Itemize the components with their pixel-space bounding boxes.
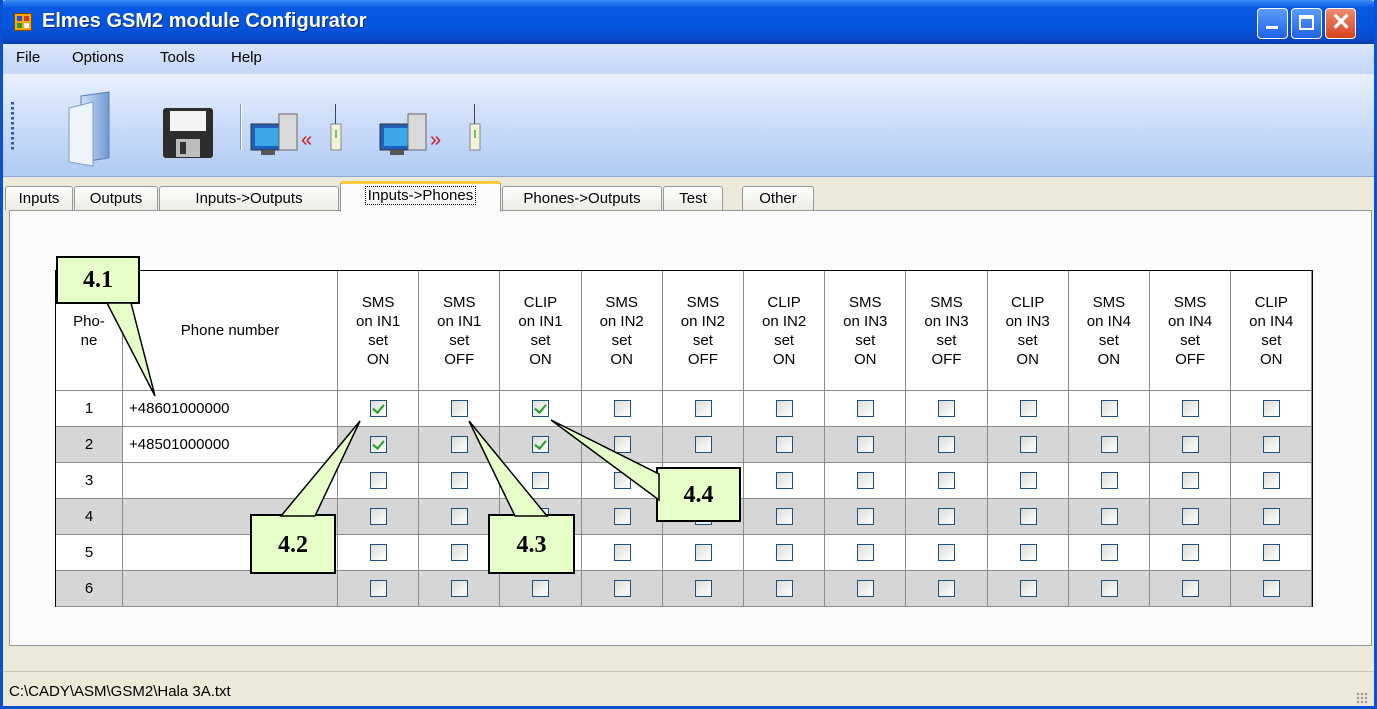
tab-label: Inputs->Phones — [364, 186, 477, 205]
app-window: Elmes GSM2 module Configurator ✕ File Op… — [0, 0, 1377, 709]
callout-pointers — [105, 302, 660, 517]
status-file-path: C:\CADY\ASM\GSM2\Hala 3A.txt — [9, 683, 231, 700]
tab-inputs-phones[interactable]: Inputs->Phones — [340, 181, 501, 212]
resize-grip[interactable] — [1356, 692, 1368, 704]
status-bar: C:\CADY\ASM\GSM2\Hala 3A.txt — [3, 671, 1374, 706]
